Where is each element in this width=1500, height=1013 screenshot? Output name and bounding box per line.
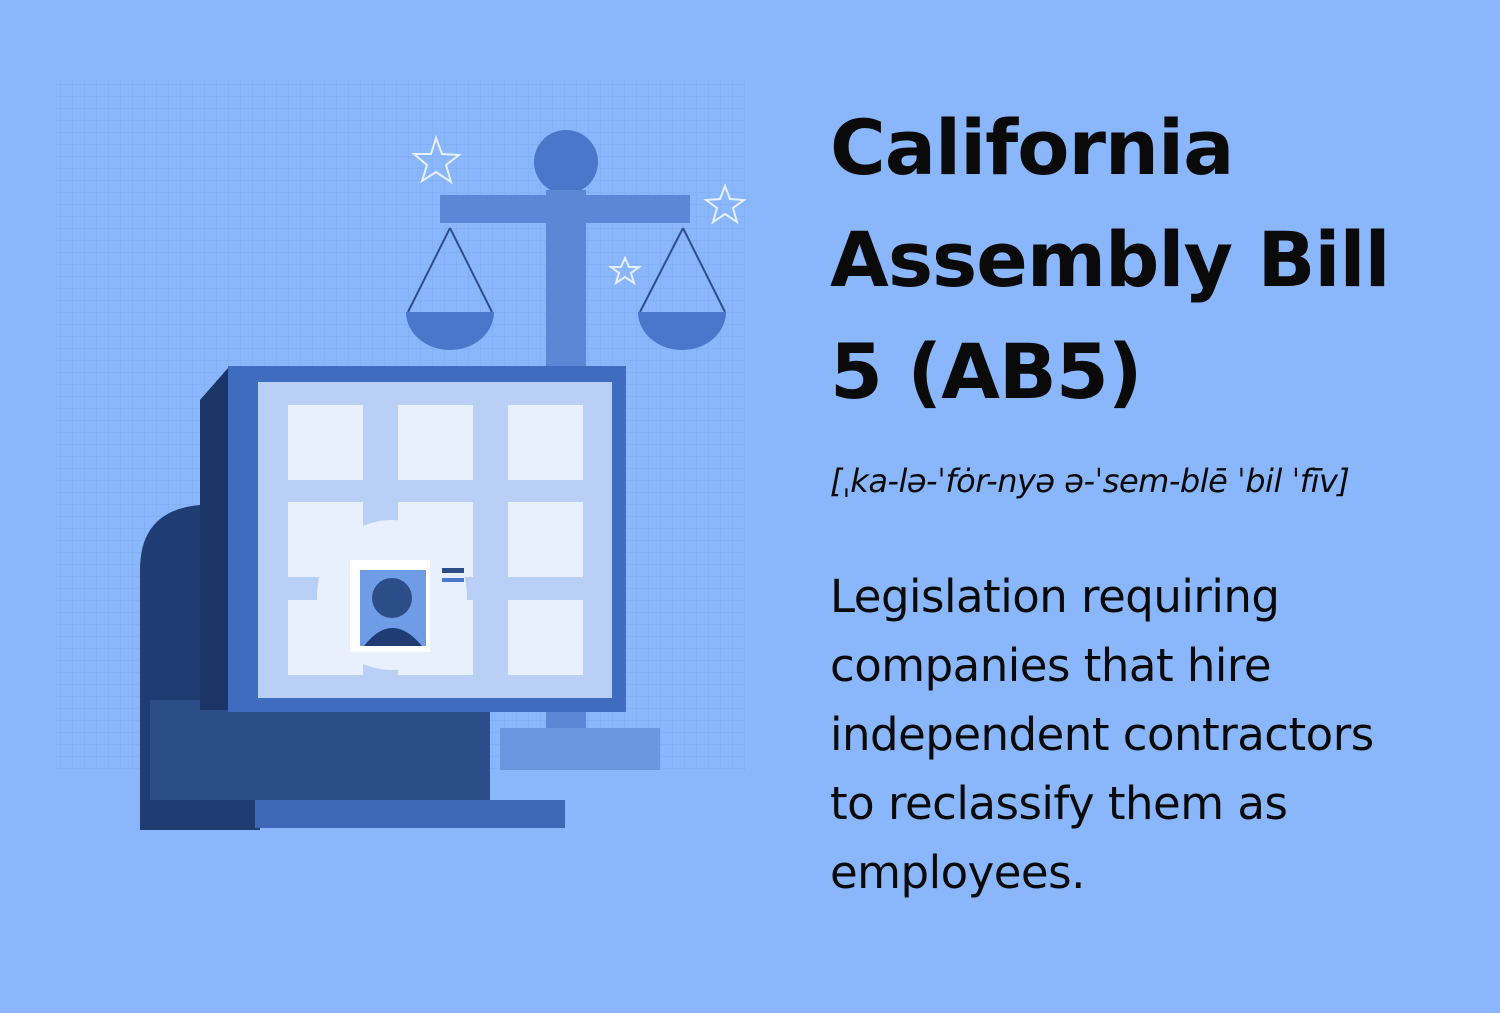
title-line: 5 (AB5) [830, 327, 1142, 416]
page-title: California Assembly Bill 5 (AB5) [830, 92, 1470, 428]
definition-line: companies that hire [830, 639, 1272, 692]
definition-line: independent contractors [830, 708, 1374, 761]
definition-line: employees. [830, 846, 1085, 899]
title-line: Assembly Bill [830, 215, 1391, 304]
definition: Legislation requiring companies that hir… [830, 562, 1470, 907]
definition-line: to reclassify them as [830, 777, 1288, 830]
title-line: California [830, 103, 1234, 192]
definition-line: Legislation requiring [830, 570, 1280, 623]
pronunciation: [ˌka-lə-ˈfȯr-nyə ə-ˈsem-blē ˈbil ˈfīv] [830, 462, 1350, 500]
illustration-scales-of-justice-computer [55, 80, 747, 830]
